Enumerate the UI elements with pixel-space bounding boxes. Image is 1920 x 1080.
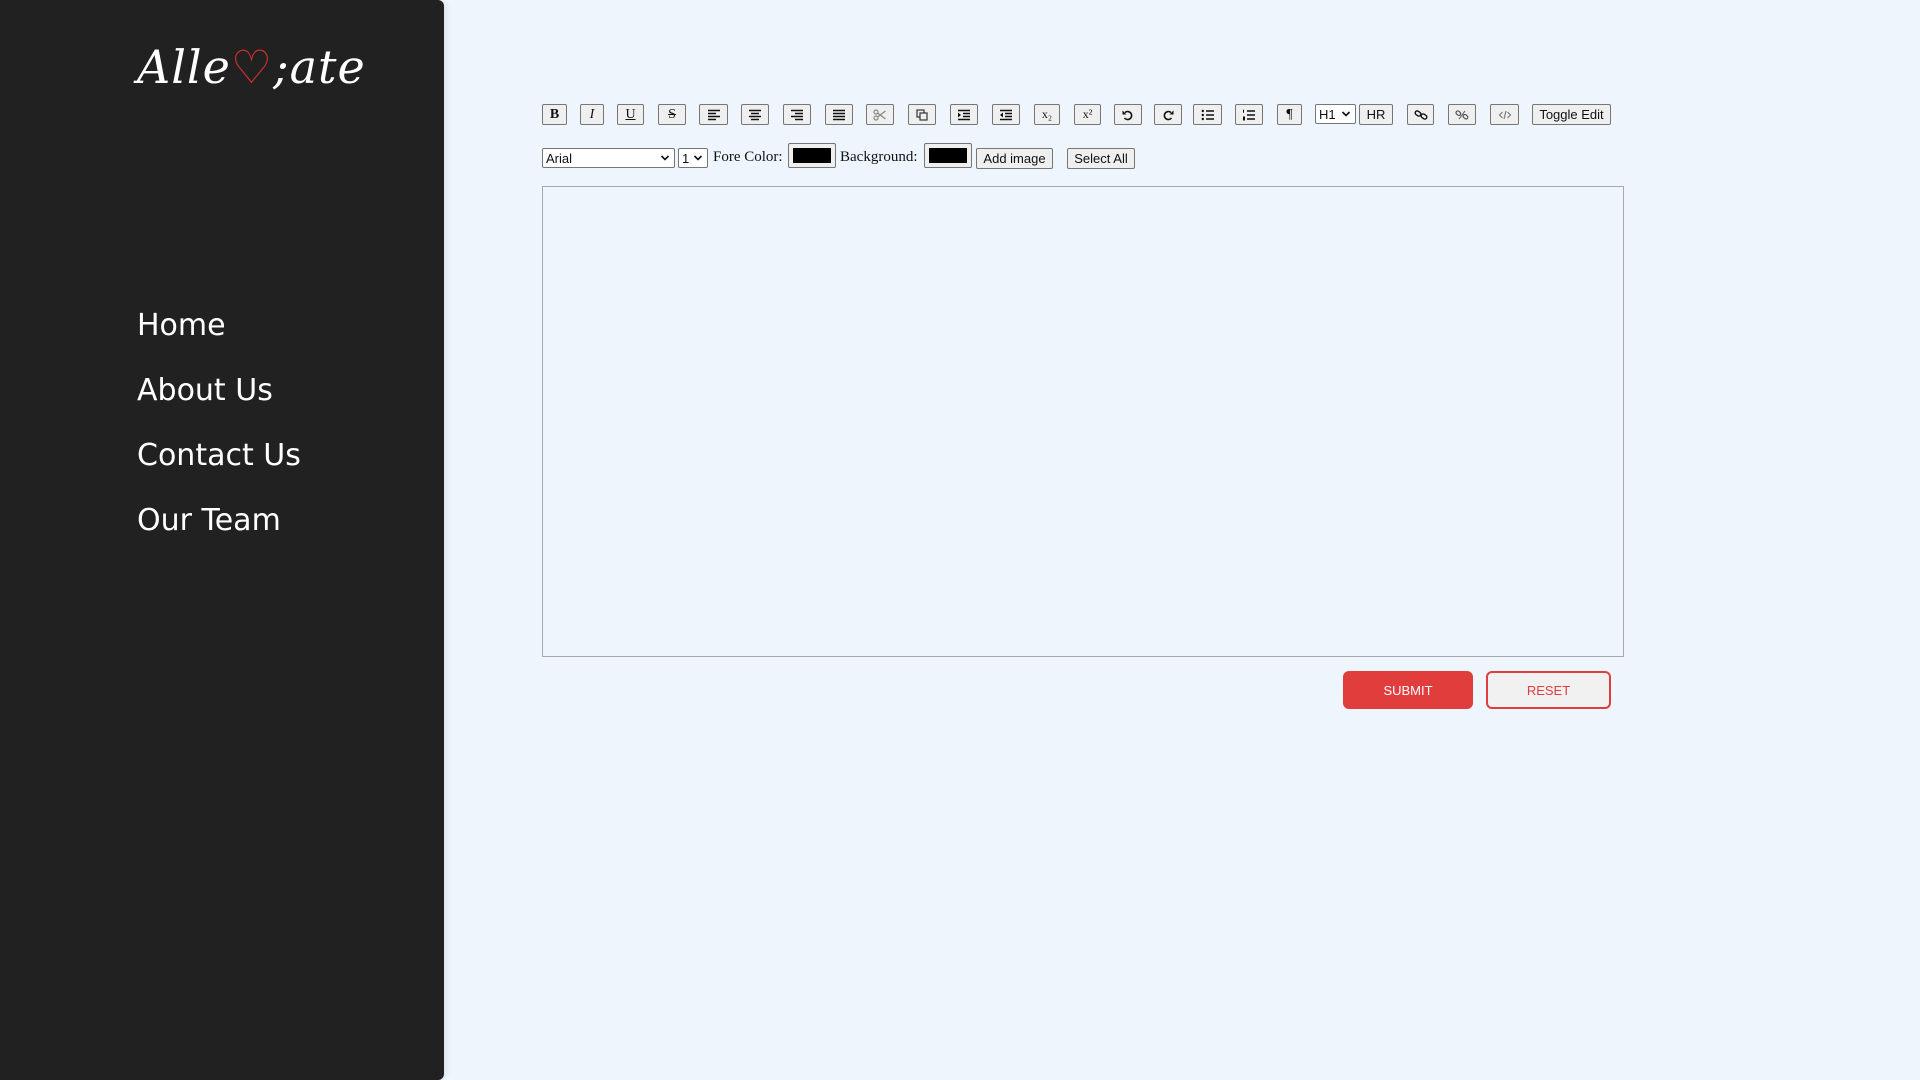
hr-button[interactable]: HR [1359, 104, 1393, 125]
nav-item-contact-us[interactable]: Contact Us [137, 436, 301, 501]
superscript-button[interactable]: x² [1074, 104, 1101, 125]
fore-color-swatch [793, 148, 831, 163]
unlink-button[interactable] [1448, 104, 1476, 125]
submit-button[interactable]: SUBMIT [1343, 671, 1473, 709]
font-family-select[interactable]: Arial [542, 148, 675, 168]
chevron-down-icon [693, 155, 703, 161]
align-justify-icon [833, 109, 845, 120]
undo-button[interactable] [1114, 104, 1142, 125]
background-label: Background: [840, 149, 918, 165]
unlink-icon [1455, 109, 1469, 120]
nav-item-about-us[interactable]: About Us [137, 371, 301, 436]
align-right-icon [791, 109, 803, 120]
outdent-button[interactable] [992, 104, 1020, 125]
underline-button[interactable]: U [617, 104, 644, 125]
font-size-select-value: 1 [682, 150, 690, 166]
undo-icon [1122, 110, 1133, 120]
align-center-icon [749, 109, 761, 120]
indent-button[interactable] [950, 104, 978, 125]
align-justify-button[interactable] [825, 104, 853, 125]
align-center-button[interactable] [741, 104, 769, 125]
add-image-button[interactable]: Add image [976, 148, 1053, 169]
bullet-list-icon [1201, 109, 1214, 120]
select-all-button[interactable]: Select All [1067, 148, 1135, 169]
indent-icon [958, 109, 970, 120]
background-color-swatch [929, 148, 967, 163]
logo-heart: ♡ [230, 40, 274, 94]
font-family-select-value: Arial [546, 150, 573, 166]
logo-text-start: Alle [137, 40, 231, 94]
logo[interactable]: Alle♡;ate [137, 40, 366, 94]
link-icon [1413, 109, 1428, 120]
redo-icon [1163, 110, 1174, 120]
numbered-list-button[interactable] [1235, 104, 1263, 125]
copy-button[interactable] [908, 104, 936, 125]
fore-color-picker[interactable] [788, 143, 836, 168]
chevron-down-icon [1341, 111, 1351, 117]
main-nav: Home About Us Contact Us Our Team [137, 306, 301, 566]
code-icon [1498, 110, 1511, 119]
redo-button[interactable] [1154, 104, 1182, 125]
rich-text-editor[interactable] [542, 186, 1624, 657]
sidebar: Alle♡;ate Home About Us Contact Us Our T… [0, 0, 444, 1080]
strikethrough-button[interactable]: S [658, 104, 686, 125]
link-button[interactable] [1407, 104, 1434, 125]
code-view-button[interactable] [1490, 104, 1519, 125]
fore-color-label: Fore Color: [713, 149, 783, 165]
background-color-picker[interactable] [924, 143, 972, 168]
bullet-list-button[interactable] [1193, 104, 1222, 125]
reset-button[interactable]: RESET [1486, 671, 1611, 709]
nav-item-home[interactable]: Home [137, 306, 301, 371]
outdent-icon [1000, 109, 1012, 120]
paragraph-button[interactable]: ¶ [1277, 104, 1302, 125]
align-left-icon [707, 109, 720, 120]
italic-button[interactable]: I [580, 104, 604, 125]
subscript-button[interactable]: x₂ [1034, 104, 1060, 125]
bold-button[interactable]: B [542, 104, 567, 125]
copy-icon [916, 108, 928, 121]
logo-text-end: ;ate [273, 40, 366, 94]
nav-item-our-team[interactable]: Our Team [137, 501, 301, 566]
cut-button[interactable] [866, 104, 894, 125]
font-size-select[interactable]: 1 [678, 148, 708, 168]
cut-icon [873, 108, 886, 121]
align-left-button[interactable] [699, 104, 728, 125]
numbered-list-icon [1243, 109, 1255, 120]
heading-select-value: H1 [1319, 106, 1336, 122]
align-right-button[interactable] [783, 104, 811, 125]
toggle-edit-button[interactable]: Toggle Edit [1532, 104, 1611, 125]
chevron-down-icon [660, 155, 670, 161]
heading-select[interactable]: H1 [1315, 104, 1356, 124]
